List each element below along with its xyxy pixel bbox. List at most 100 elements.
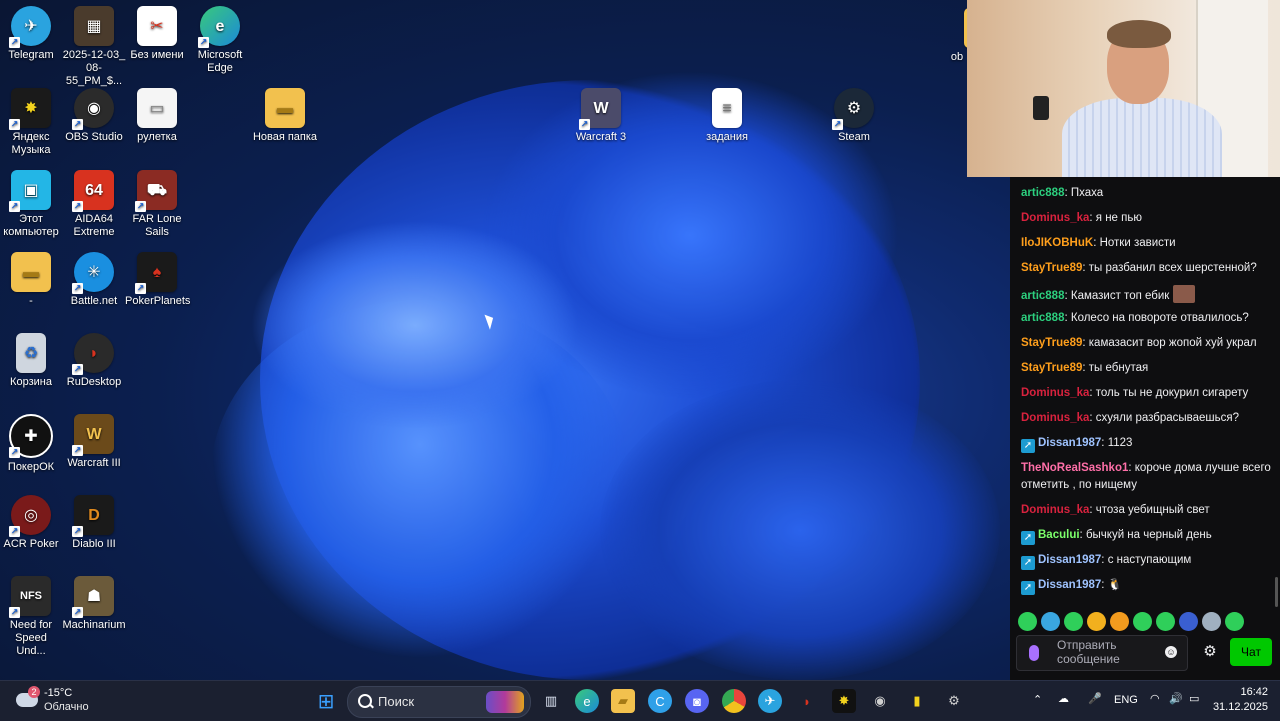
chat-username[interactable]: IloJIKOBHuK — [1021, 237, 1093, 249]
rudesktop-icon[interactable]: ◗ — [795, 689, 819, 713]
chat-username[interactable]: Dominus_ka — [1021, 387, 1089, 399]
desktop-icon-label: Warcraft 3 — [575, 131, 627, 143]
desktop-icon-far-lone-sails[interactable]: ⛟ ↗ FAR Lone Sails — [125, 170, 189, 239]
chat-message: StayTrue89: ты разбанил всех шерстенной? — [1021, 262, 1257, 274]
microphone-tray-icon[interactable]: 🎤 — [1088, 692, 1102, 705]
desktop-icon-roulette[interactable]: ▭ рулетка — [125, 88, 189, 144]
pinned-app-icon[interactable]: ▮ — [905, 689, 929, 713]
chat-text: ты ебнутая — [1088, 362, 1149, 374]
chat-username[interactable]: StayTrue89 — [1021, 262, 1082, 274]
desktop-icon-acr-poker[interactable]: ◎ ↗ ACR Poker — [0, 495, 63, 551]
chat-scrollbar[interactable] — [1275, 577, 1278, 607]
volume-icon[interactable]: 🔊 — [1169, 692, 1183, 705]
microphone-icon[interactable] — [1029, 645, 1039, 661]
emote-icon[interactable] — [1064, 612, 1083, 631]
emote-icon[interactable] — [1156, 612, 1175, 631]
weather-widget[interactable]: 2 -15°C Облачно — [14, 686, 114, 716]
clock-date: 31.12.2025 — [1212, 701, 1268, 713]
edge-icon[interactable]: e — [575, 689, 599, 713]
text-file-icon: ≡ — [712, 88, 742, 128]
chat-text: Колесо на повороте отвалилось? — [1070, 312, 1249, 324]
discord-icon[interactable]: ◙ — [685, 689, 709, 713]
emote-icon[interactable] — [1041, 612, 1060, 631]
desktop-icon-label: задания — [706, 131, 748, 143]
desktop-icon-folder-dash[interactable]: ▬ - — [0, 252, 63, 308]
desktop-icon-diablo-iii[interactable]: D ↗ Diablo III — [62, 495, 126, 551]
desktop-icon-machinarium[interactable]: ☗ ↗ Machinarium — [62, 576, 126, 632]
tray-overflow-chevron-icon[interactable]: ⌃ — [1033, 693, 1042, 706]
taskbar-clock[interactable]: 16:42 31.12.2025 — [1208, 685, 1268, 715]
chat-username[interactable]: StayTrue89 — [1021, 362, 1082, 374]
taskbar-search-box[interactable]: Поиск — [347, 686, 531, 718]
chat-username[interactable]: Dominus_ka — [1021, 212, 1089, 224]
emote-icon[interactable] — [1133, 612, 1152, 631]
chat-username[interactable]: Dissan1987 — [1038, 579, 1101, 591]
desktop-icon-partial[interactable]: ob — [946, 8, 968, 64]
chat-username[interactable]: artic888 — [1021, 290, 1064, 302]
chat-username[interactable]: artic888 — [1021, 187, 1064, 199]
battery-icon[interactable]: ▭ — [1189, 692, 1199, 705]
chat-message: artic888: Камазист топ ебик — [1021, 285, 1273, 305]
windows-start-icon[interactable]: ⊞ — [314, 689, 338, 713]
chat-username[interactable]: artic888 — [1021, 312, 1064, 324]
desktop-icon-telegram[interactable]: ✈ ↗ Telegram — [0, 6, 63, 62]
settings-app-icon[interactable]: ⚙ — [942, 689, 966, 713]
nfs-icon: NFS ↗ — [9, 576, 51, 618]
chat-username[interactable]: Bacului — [1038, 529, 1080, 541]
chat-username[interactable]: StayTrue89 — [1021, 337, 1082, 349]
desktop-icon-label: Microsoft Edge — [197, 49, 243, 74]
desktop-icon-rudesktop[interactable]: ◗ ↗ RuDesktop — [62, 333, 126, 389]
desktop-icon-need-for-speed[interactable]: NFS ↗ Need for Speed Und... — [0, 576, 63, 658]
rudesktop-icon: ◗ ↗ — [72, 333, 114, 375]
desktop-icon-yandex-music[interactable]: ✸ ↗ Яндекс Музыка — [0, 88, 63, 157]
chat-send-button[interactable]: Чат — [1230, 638, 1272, 666]
telegram-icon[interactable]: ✈ — [758, 689, 782, 713]
wifi-icon[interactable]: ◠ — [1150, 692, 1160, 705]
desktop-icon-steam[interactable]: ⚙ ↗ Steam — [822, 88, 886, 144]
onedrive-cloud-icon[interactable]: ☁ — [1058, 692, 1069, 705]
desktop-icon-pokerok[interactable]: ✚ ↗ ПокерОК — [0, 414, 63, 474]
desktop-icon-recycle-bin[interactable]: ♻ Корзина — [0, 333, 63, 389]
desktop-icon-label: Новая папка — [252, 131, 318, 143]
desktop-icon-obs[interactable]: ◉ ↗ OBS Studio — [62, 88, 126, 144]
battle-net-icon: ✳ ↗ — [72, 252, 114, 294]
file-explorer-icon[interactable]: ▰ — [611, 689, 635, 713]
emote-icon[interactable] — [1087, 612, 1106, 631]
chat-message-input[interactable]: Отправить сообщение ☺ — [1016, 635, 1188, 671]
desktop-icon-aida64[interactable]: 64 ↗ AIDA64 Extreme — [62, 170, 126, 239]
desktop-icon-warcraft-iii[interactable]: W ↗ Warcraft III — [62, 414, 126, 470]
browser-c-icon[interactable]: C — [648, 689, 672, 713]
emote-icon[interactable] — [1110, 612, 1129, 631]
emote-icon[interactable] — [1202, 612, 1221, 631]
chat-username[interactable]: TheNoRealSashko1 — [1021, 462, 1128, 474]
chat-username[interactable]: Dominus_ka — [1021, 504, 1089, 516]
chat-username[interactable]: Dominus_ka — [1021, 412, 1089, 424]
chat-message: StayTrue89: ты ебнутая — [1021, 362, 1149, 374]
chat-settings-gear-icon[interactable]: ⚙ — [1202, 644, 1218, 660]
desktop-icon-new-folder[interactable]: ▬ Новая папка — [252, 88, 318, 144]
desktop-icon-pokerplanets[interactable]: ♠ ↗ PokerPlanets — [125, 252, 190, 308]
chat-text: чтоза уебищный свет — [1095, 504, 1210, 516]
emoji-picker-icon[interactable]: ☺ — [1165, 646, 1177, 658]
keyboard-language-indicator[interactable]: ENG — [1114, 694, 1138, 706]
desktop-icon-screenshot-file[interactable]: ▦ 2025-12-03_ 08-55_PM_$... — [62, 6, 126, 88]
obs-icon[interactable]: ◉ — [868, 689, 892, 713]
emote-icon[interactable] — [1225, 612, 1244, 631]
emote-icon[interactable] — [1018, 612, 1037, 631]
chat-username[interactable]: Dissan1987 — [1038, 554, 1101, 566]
desktop-icon-untitled[interactable]: ✂ Без имени — [125, 6, 189, 62]
search-highlight-icon — [486, 691, 524, 713]
desktop-icon-label: ACR Poker — [3, 538, 59, 550]
desktop-icon-this-pc[interactable]: ▣ ↗ Этот компьютер — [0, 170, 63, 239]
webcam-person-hair — [1107, 20, 1171, 48]
desktop-icon-edge[interactable]: e ↗ Microsoft Edge — [188, 6, 252, 75]
emote-icon[interactable] — [1179, 612, 1198, 631]
task-view-icon[interactable]: ▥ — [539, 689, 563, 713]
chat-username[interactable]: Dissan1987 — [1038, 437, 1101, 449]
desktop-icon-warcraft-3[interactable]: W ↗ Warcraft 3 — [569, 88, 633, 144]
desktop-icon-battle-net[interactable]: ✳ ↗ Battle.net — [62, 252, 126, 308]
yandex-music-icon[interactable]: ✸ — [832, 689, 856, 713]
chrome-icon[interactable] — [722, 689, 746, 713]
image-file-icon: ▭ — [137, 88, 177, 128]
desktop-icon-tasks[interactable]: ≡ задания — [695, 88, 759, 144]
